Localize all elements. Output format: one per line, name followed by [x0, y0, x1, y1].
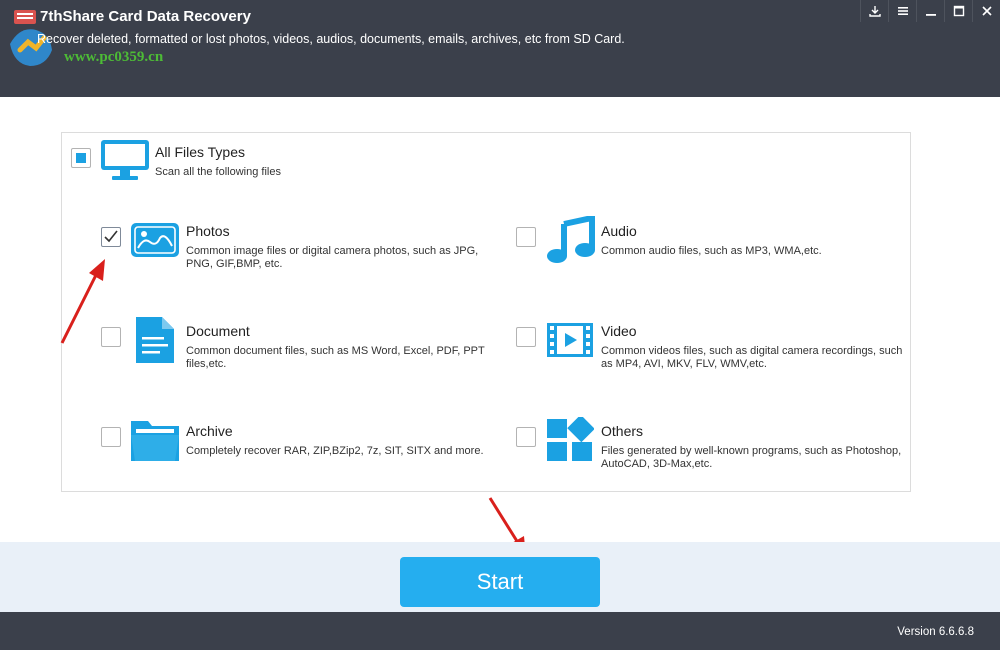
music-note-icon	[547, 216, 595, 263]
archive-title: Archive	[186, 423, 233, 439]
audio-description: Common audio files, such as MP3, WMA,etc…	[601, 245, 822, 257]
others-description: Files generated by well-known programs, …	[601, 445, 902, 470]
audio-title: Audio	[601, 223, 637, 239]
version-label: Version 6.6.6.8	[897, 626, 974, 638]
status-bar: Version 6.6.6.8	[0, 612, 1000, 650]
audio-checkbox[interactable]	[516, 227, 536, 247]
watermark: www.pc0359.cn	[64, 49, 164, 65]
start-button[interactable]: Start	[400, 557, 600, 607]
document-icon	[136, 317, 174, 363]
close-icon[interactable]	[972, 0, 1000, 22]
archive-checkbox[interactable]	[101, 427, 121, 447]
archive-description: Completely recover RAR, ZIP,BZip2, 7z, S…	[186, 445, 484, 457]
others-title: Others	[601, 423, 644, 439]
app-title: 7thShare Card Data Recovery	[40, 8, 251, 25]
title-bar: 7thShare Card Data Recovery Recover dele…	[0, 0, 1000, 97]
photo-icon	[131, 223, 179, 257]
maximize-icon[interactable]	[944, 0, 972, 22]
all-types-title: All Files Types	[155, 144, 245, 160]
file-types-panel: All Files Types Scan all the following f…	[61, 132, 911, 492]
others-icon	[547, 417, 594, 461]
menu-icon[interactable]	[888, 0, 916, 22]
video-title: Video	[601, 323, 637, 339]
document-description: Common document files, such as MS Word, …	[186, 345, 485, 370]
photos-title: Photos	[186, 223, 230, 239]
minimize-icon[interactable]	[916, 0, 944, 22]
app-subtitle: Recover deleted, formatted or lost photo…	[37, 32, 625, 46]
window-controls	[860, 0, 1000, 22]
photos-checkbox[interactable]	[101, 227, 121, 247]
video-description: Common videos files, such as digital cam…	[601, 345, 903, 370]
annotation-arrow-photos	[60, 259, 105, 344]
document-title: Document	[186, 323, 250, 339]
others-checkbox[interactable]	[516, 427, 536, 447]
all-types-description: Scan all the following files	[155, 166, 281, 178]
video-checkbox[interactable]	[516, 327, 536, 347]
photos-description: Common image files or digital camera pho…	[186, 245, 479, 270]
checkmark-icon	[104, 230, 118, 243]
monitor-icon	[101, 140, 149, 180]
folder-icon	[131, 421, 179, 461]
video-icon	[547, 323, 593, 357]
download-icon[interactable]	[860, 0, 888, 22]
all-types-checkbox[interactable]	[71, 148, 91, 168]
